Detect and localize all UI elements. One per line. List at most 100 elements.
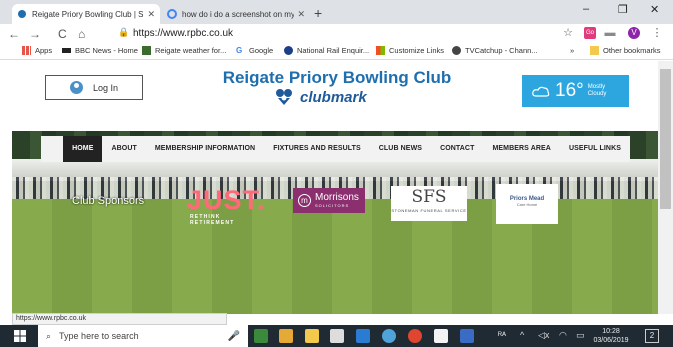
nav-membership-information[interactable]: MEMBERSHIP INFORMATION (146, 136, 264, 162)
sponsor-just-logo[interactable]: JUST. RETHINK RETIREMENT (187, 186, 265, 226)
excel-app-icon[interactable] (254, 329, 268, 343)
reload-button[interactable]: C (58, 27, 67, 41)
bookmark-star-icon[interactable]: ☆ (562, 27, 574, 39)
bookmarks-bar: Apps BBC News - Home Reigate weather for… (0, 44, 673, 60)
priors-mead-sub: Care Home (516, 202, 538, 207)
tvcatchup-icon (452, 46, 461, 55)
calculator-app-icon[interactable] (330, 329, 344, 343)
microphone-icon[interactable]: 🎤 (228, 331, 240, 342)
word-app-icon[interactable] (460, 329, 474, 343)
just-logo-text: JUST. (187, 185, 266, 215)
login-label: Log In (92, 82, 119, 93)
nav-useful-links[interactable]: USEFUL LINKS (560, 136, 630, 162)
tab-strip: Reigate Priory Bowling Club | Su ✕ how d… (0, 0, 673, 24)
sponsor-priors-mead-logo[interactable]: Priors Mead Care Home (496, 184, 558, 224)
weather-site-icon (142, 46, 151, 55)
lock-icon[interactable]: 🔒 (118, 27, 129, 38)
weather-description: Mostly Cloudy (587, 84, 607, 97)
cast-icon[interactable]: ▬ (604, 27, 616, 39)
tab-google-search[interactable]: how do i do a screenshot on my ✕ (162, 4, 310, 24)
windows-start-icon[interactable] (14, 330, 26, 342)
notepad-app-icon[interactable] (434, 329, 448, 343)
sponsor-sfs-logo[interactable]: SFS STONEMAN FUNERAL SERVICE (391, 186, 467, 221)
hero-bowling-green (12, 199, 658, 314)
people-icon[interactable]: ᴿᴬ (498, 330, 506, 340)
nav-members-area[interactable]: MEMBERS AREA (483, 136, 560, 162)
windows-taskbar: ⌕ Type here to search 🎤 ᴿᴬ ^ ◁x ◠ ▭ 10:2… (0, 325, 673, 347)
link-status-bar: https://www.rpbc.co.uk (12, 313, 227, 325)
volume-icon[interactable]: ◁x (538, 330, 549, 341)
wifi-icon[interactable]: ◠ (559, 330, 567, 341)
bookmark-bbc-news[interactable]: BBC News - Home (62, 46, 138, 55)
menu-icon[interactable]: ⋮ (651, 27, 663, 39)
apps-grid-icon (22, 46, 31, 55)
national-rail-icon (284, 46, 293, 55)
address-bar[interactable]: https://www.rpbc.co.uk (133, 28, 233, 39)
browser-toolbar: ← → C ⌂ 🔒 https://www.rpbc.co.uk ☆ Go ▬ … (0, 24, 673, 44)
morrisons-emblem-icon: m (298, 194, 311, 207)
nav-about[interactable]: ABOUT (102, 136, 145, 162)
new-tab-button[interactable]: + (314, 5, 322, 21)
other-bookmarks-folder[interactable]: Other bookmarks (590, 46, 661, 55)
forward-button[interactable]: → (29, 27, 41, 41)
login-button[interactable]: Log In (45, 75, 143, 100)
weather-widget: 16° Mostly Cloudy (522, 75, 629, 107)
close-tab-icon[interactable]: ✕ (147, 9, 155, 20)
nav-fixtures-and-results[interactable]: FIXTURES AND RESULTS (264, 136, 370, 162)
taskbar-time: 10:28 (602, 328, 620, 335)
google-favicon-icon (167, 9, 177, 19)
scrollbar-thumb[interactable] (660, 69, 671, 209)
bookmark-google[interactable]: G Google (236, 46, 273, 55)
clubmark-logo: clubmark (274, 88, 367, 106)
bookmark-apps[interactable]: Apps (22, 46, 52, 55)
file-explorer-icon[interactable] (279, 329, 293, 343)
bookmarks-overflow-button[interactable]: » (570, 46, 574, 55)
media-app-icon[interactable] (382, 329, 396, 343)
home-button[interactable]: ⌂ (78, 27, 85, 41)
extension-icon[interactable]: Go (584, 27, 596, 39)
just-tagline: RETHINK RETIREMENT (190, 214, 235, 226)
minimize-button[interactable]: – (583, 3, 589, 15)
google-icon: G (236, 46, 243, 55)
nav-club-news[interactable]: CLUB NEWS (370, 136, 431, 162)
morrisons-sub: SOLICITORS (315, 203, 350, 208)
taskbar-clock[interactable]: 10:28 03/06/2019 (590, 327, 632, 345)
page-scrollbar[interactable] (658, 61, 673, 314)
main-nav: HOME ABOUT MEMBERSHIP INFORMATION FIXTUR… (41, 136, 630, 162)
bookmark-reigate-weather[interactable]: Reigate weather for... (142, 46, 226, 55)
nav-home[interactable]: HOME (63, 136, 103, 162)
tab-reigate-priory[interactable]: Reigate Priory Bowling Club | Su ✕ (12, 4, 160, 24)
battery-icon[interactable]: ▭ (576, 330, 585, 341)
sfs-sub: STONEMAN FUNERAL SERVICE (391, 208, 467, 213)
bookmark-national-rail[interactable]: National Rail Enquir... (284, 46, 369, 55)
club-title: Reigate Priory Bowling Club (222, 68, 452, 87)
nav-contact[interactable]: CONTACT (431, 136, 483, 162)
microsoft-icon (376, 46, 385, 55)
profile-avatar[interactable]: V (628, 27, 640, 39)
bookmark-tvcatchup[interactable]: TVCatchup - Chann... (452, 46, 538, 55)
security-app-icon[interactable] (356, 329, 370, 343)
user-avatar-icon (69, 81, 83, 94)
morrisons-name: Morrisons (315, 192, 359, 203)
sponsor-morrisons-logo[interactable]: m Morrisons SOLICITORS (293, 188, 365, 213)
show-hidden-icons-icon[interactable]: ^ (520, 330, 524, 340)
sfs-name: SFS (411, 187, 447, 207)
folder-icon (590, 46, 599, 55)
tab-title: Reigate Priory Bowling Club | Su (32, 9, 145, 19)
maximize-button[interactable]: ❐ (618, 3, 628, 16)
folder-app-icon[interactable] (305, 329, 319, 343)
close-tab-icon[interactable]: ✕ (297, 9, 305, 20)
chrome-app-icon[interactable] (408, 329, 422, 343)
taskbar-search-placeholder: Type here to search (59, 331, 139, 341)
bowling-club-favicon-icon (17, 9, 27, 19)
back-button[interactable]: ← (8, 27, 20, 41)
notifications-icon[interactable]: 2 (645, 329, 659, 343)
club-sponsors-label: Club Sponsors (72, 195, 145, 207)
tab-title: how do i do a screenshot on my (182, 9, 295, 19)
taskbar-search-box[interactable]: ⌕ Type here to search 🎤 (38, 325, 248, 347)
bbc-icon (62, 48, 71, 53)
bookmark-customize-links[interactable]: Customize Links (376, 46, 444, 55)
close-window-button[interactable]: ✕ (650, 3, 659, 16)
cloud-icon (532, 86, 550, 97)
web-page: Log In Reigate Priory Bowling Club clubm… (12, 61, 658, 314)
